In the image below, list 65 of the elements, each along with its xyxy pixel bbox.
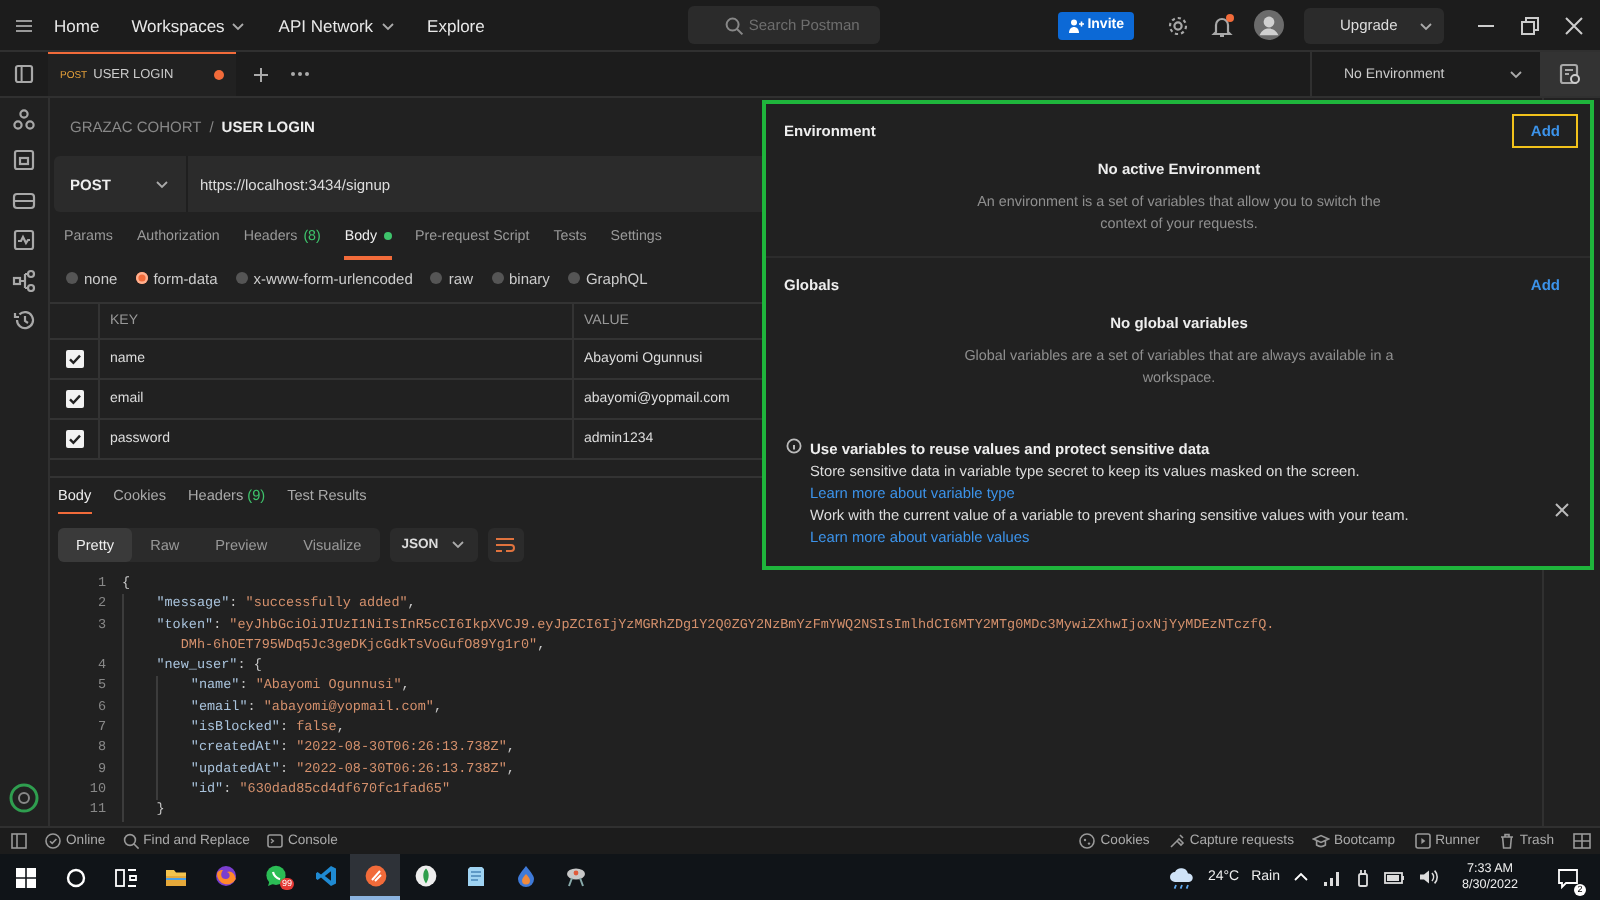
chevron-up-icon[interactable] [1291,868,1310,886]
checkbox[interactable] [65,430,83,448]
menu-item[interactable]: API Network [278,15,396,35]
drawer-icon[interactable] [12,188,36,212]
caret-icon [1418,17,1434,33]
lines-icon [494,535,517,553]
caret-icon [1508,66,1524,82]
restore-icon[interactable] [1520,15,1540,35]
network-icon[interactable] [1321,867,1342,887]
plus-icon[interactable] [252,65,270,83]
cookie-icon [1078,832,1097,850]
search-icon [121,832,140,850]
radio-button[interactable] [135,272,148,284]
radio-button[interactable] [66,272,78,284]
radio-button[interactable] [430,272,443,284]
menu-item[interactable]: Home [54,15,100,35]
caret-icon [449,536,466,552]
trash-icon [1497,832,1516,850]
pulse-icon[interactable] [12,228,36,252]
environment-quick-look-button[interactable] [1540,52,1600,96]
nodes-icon[interactable] [12,108,36,132]
taskbar-app[interactable] [350,854,400,900]
sidebar-toggle-icon[interactable] [14,64,34,84]
message-icon [1555,865,1579,889]
bell-icon[interactable] [1210,13,1234,37]
satellite-dish-icon [563,863,587,887]
close-icon[interactable] [1564,15,1584,35]
wrap-lines-button[interactable] [487,527,524,561]
leaf-icon [413,863,437,887]
radio-button[interactable] [491,272,503,284]
person-plus-icon [1067,17,1084,33]
task-view-icon[interactable] [113,865,137,889]
search-icon [724,15,745,35]
avatar-icon[interactable] [1254,10,1284,40]
notepad-icon [463,863,487,887]
search-icon[interactable] [63,865,87,889]
radio-button[interactable] [567,272,580,284]
terminal-icon [265,832,284,850]
check-circle-icon [44,832,62,850]
close-icon[interactable] [1554,502,1570,518]
layout-icon[interactable] [1572,832,1592,850]
window-icon[interactable] [12,148,36,172]
flow-icon[interactable] [12,268,36,292]
windows-logo-icon[interactable] [13,865,37,889]
radio-button[interactable] [235,272,248,284]
ring-icon[interactable] [8,782,40,814]
checkbox[interactable] [65,350,83,368]
panel-icon[interactable] [10,832,28,850]
cloud-rain-icon[interactable] [1167,865,1196,889]
history-icon[interactable] [12,308,36,332]
info-icon [786,438,802,454]
caret-icon [154,176,170,192]
play-box-icon [1413,832,1432,850]
fox-globe-icon [213,863,237,887]
more-icon[interactable] [290,70,310,78]
checkbox[interactable] [65,390,83,408]
usb-drive-icon[interactable] [1353,867,1372,887]
graduation-cap-icon [1311,832,1330,850]
code-editor-icon [313,863,337,887]
speaker-icon[interactable] [1417,868,1438,886]
menu-item[interactable]: Explore [427,15,485,35]
menu-item[interactable]: Workspaces [131,15,247,35]
settings-icon[interactable] [1166,13,1190,37]
battery-icon[interactable] [1383,869,1406,885]
drop-icon [513,863,537,887]
